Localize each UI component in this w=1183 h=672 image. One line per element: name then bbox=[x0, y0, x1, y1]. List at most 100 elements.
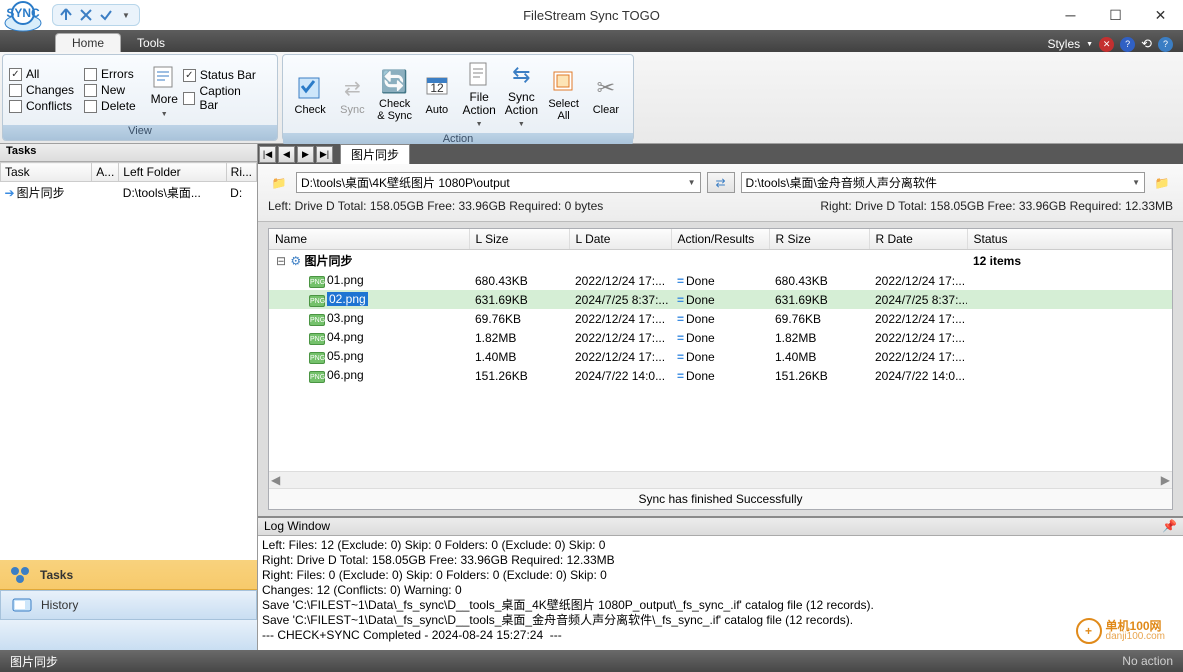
view-new-checkbox[interactable]: New bbox=[84, 83, 136, 97]
done-icon: = bbox=[677, 331, 684, 345]
right-drive-info: Right: Drive D Total: 158.05GB Free: 33.… bbox=[820, 199, 1173, 213]
app-logo-icon: SYNC bbox=[2, 0, 44, 33]
col-lsize[interactable]: L Size bbox=[469, 229, 569, 250]
tasks-col-a[interactable]: A... bbox=[92, 163, 119, 182]
done-icon: = bbox=[677, 274, 684, 288]
tasks-col-task[interactable]: Task bbox=[1, 163, 92, 182]
view-changes-checkbox[interactable]: Changes bbox=[9, 83, 74, 97]
view-captionbar-checkbox[interactable]: Caption Bar bbox=[183, 84, 261, 112]
view-all-checkbox[interactable]: ✓All bbox=[9, 67, 74, 81]
ribbon-group-view: ✓All Changes Conflicts Errors New Delete… bbox=[2, 54, 278, 141]
svg-text:12: 12 bbox=[430, 81, 444, 95]
png-icon: PNG bbox=[309, 371, 325, 383]
check-button[interactable]: Check bbox=[289, 70, 331, 118]
grid-root-row[interactable]: ⊟ ⚙ 图片同步 12 items bbox=[269, 250, 1172, 272]
sync-root-icon: ⚙ bbox=[290, 254, 301, 268]
minimize-button[interactable]: ─ bbox=[1048, 1, 1093, 29]
clear-button[interactable]: ✂Clear bbox=[585, 70, 627, 118]
grid-row[interactable]: PNG05.png1.40MB2022/12/24 17:...=Done1.4… bbox=[269, 347, 1172, 366]
qat-close-icon[interactable] bbox=[77, 6, 95, 24]
file-tab[interactable]: 图片同步 bbox=[340, 144, 410, 164]
qat-save-icon[interactable] bbox=[57, 6, 75, 24]
file-action-button[interactable]: File Action ▼ bbox=[458, 57, 500, 131]
select-all-button[interactable]: Select All bbox=[543, 64, 585, 124]
ribbon-tabs: Home Tools Styles▼ ✕ ? ⟲ ? bbox=[0, 30, 1183, 52]
nav-tasks-button[interactable]: Tasks bbox=[0, 560, 257, 590]
more-button[interactable]: More ▼ bbox=[146, 59, 183, 120]
grid-row[interactable]: PNG02.png631.69KB2024/7/25 8:37:...=Done… bbox=[269, 290, 1172, 309]
tasks-pane-header: Tasks bbox=[0, 144, 257, 162]
help-icon[interactable]: ? bbox=[1158, 37, 1173, 52]
task-arrow-icon: ➔ bbox=[5, 186, 15, 200]
nav-first-button[interactable]: |◀ bbox=[259, 146, 276, 163]
qat-check-icon[interactable] bbox=[97, 6, 115, 24]
col-ldate[interactable]: L Date bbox=[569, 229, 671, 250]
swap-paths-button[interactable]: ⇄ bbox=[707, 172, 735, 193]
file-compare-grid[interactable]: Name L Size L Date Action/Results R Size… bbox=[268, 228, 1173, 510]
tab-tools[interactable]: Tools bbox=[121, 34, 181, 52]
sync-status-message: Sync has finished Successfully bbox=[269, 488, 1172, 509]
nav-last-button[interactable]: ▶| bbox=[316, 146, 333, 163]
grid-row[interactable]: PNG03.png69.76KB2022/12/24 17:...=Done69… bbox=[269, 309, 1172, 328]
col-status[interactable]: Status bbox=[967, 229, 1172, 250]
tasks-grid[interactable]: Task A... Left Folder Ri... ➔图片同步 D:\too… bbox=[0, 162, 257, 560]
auto-button[interactable]: 12Auto bbox=[416, 70, 458, 118]
left-path-input[interactable]: D:\tools\桌面\4K壁纸图片 1080P\output▼ bbox=[296, 172, 701, 193]
log-header: Log Window bbox=[264, 519, 330, 534]
col-name[interactable]: Name bbox=[269, 229, 469, 250]
history-icon bbox=[11, 596, 33, 614]
styles-blue-icon[interactable]: ? bbox=[1120, 37, 1135, 52]
title-bar: SYNC ▼ FileStream Sync TOGO ─ ☐ ✕ bbox=[0, 0, 1183, 30]
check-and-sync-button[interactable]: 🔄Check & Sync bbox=[374, 64, 416, 124]
styles-red-icon[interactable]: ✕ bbox=[1099, 37, 1114, 52]
view-conflicts-checkbox[interactable]: Conflicts bbox=[9, 99, 74, 113]
view-statusbar-checkbox[interactable]: ✓Status Bar bbox=[183, 68, 261, 82]
nav-next-button[interactable]: ▶ bbox=[297, 146, 314, 163]
left-drive-info: Left: Drive D Total: 158.05GB Free: 33.9… bbox=[268, 199, 603, 213]
file-tab-bar: |◀ ◀ ▶ ▶| 图片同步 bbox=[258, 144, 1183, 164]
grid-row[interactable]: PNG06.png151.26KB2024/7/22 14:0...=Done1… bbox=[269, 366, 1172, 385]
ribbon-caption-view: View bbox=[3, 125, 277, 140]
done-icon: = bbox=[677, 350, 684, 364]
sync-button[interactable]: ⇄Sync bbox=[331, 70, 373, 118]
png-icon: PNG bbox=[309, 295, 325, 307]
tasks-col-left[interactable]: Left Folder bbox=[119, 163, 226, 182]
grid-row[interactable]: PNG01.png680.43KB2022/12/24 17:...=Done6… bbox=[269, 271, 1172, 290]
view-delete-checkbox[interactable]: Delete bbox=[84, 99, 136, 113]
ribbon-group-action: Check ⇄Sync 🔄Check & Sync 12Auto File Ac… bbox=[282, 54, 634, 141]
log-pin-icon[interactable]: 📌 bbox=[1162, 519, 1177, 534]
left-folder-icon[interactable]: 📁 bbox=[268, 173, 290, 193]
horizontal-scrollbar[interactable]: ◀▶ bbox=[269, 471, 1172, 488]
task-row[interactable]: ➔图片同步 D:\tools\桌面... D: bbox=[1, 182, 257, 204]
col-rsize[interactable]: R Size bbox=[769, 229, 869, 250]
quick-access-toolbar: ▼ bbox=[52, 4, 140, 26]
col-rdate[interactable]: R Date bbox=[869, 229, 967, 250]
png-icon: PNG bbox=[309, 352, 325, 364]
styles-sync-icon[interactable]: ⟲ bbox=[1141, 36, 1152, 52]
collapse-icon[interactable]: ⊟ bbox=[275, 254, 287, 268]
right-folder-icon[interactable]: 📁 bbox=[1151, 173, 1173, 193]
svg-text:SYNC: SYNC bbox=[6, 6, 40, 20]
left-pane: Tasks Task A... Left Folder Ri... ➔图片同步 … bbox=[0, 144, 258, 650]
nav-prev-button[interactable]: ◀ bbox=[278, 146, 295, 163]
right-pane: |◀ ◀ ▶ ▶| 图片同步 📁 D:\tools\桌面\4K壁纸图片 1080… bbox=[258, 144, 1183, 650]
status-bar: 图片同步 No action bbox=[0, 650, 1183, 672]
png-icon: PNG bbox=[309, 276, 325, 288]
sync-action-button[interactable]: ⇆Sync Action ▼ bbox=[500, 57, 542, 131]
png-icon: PNG bbox=[309, 333, 325, 345]
view-errors-checkbox[interactable]: Errors bbox=[84, 67, 136, 81]
nav-history-button[interactable]: History bbox=[0, 590, 257, 620]
ribbon: ✓All Changes Conflicts Errors New Delete… bbox=[0, 52, 1183, 144]
right-path-input[interactable]: D:\tools\桌面\金舟音频人声分离软件▼ bbox=[741, 172, 1146, 193]
tasks-col-right[interactable]: Ri... bbox=[226, 163, 256, 182]
close-button[interactable]: ✕ bbox=[1138, 1, 1183, 29]
col-action[interactable]: Action/Results bbox=[671, 229, 769, 250]
window-title: FileStream Sync TOGO bbox=[523, 8, 660, 23]
qat-dropdown-icon[interactable]: ▼ bbox=[117, 6, 135, 24]
log-body[interactable]: Left: Files: 12 (Exclude: 0) Skip: 0 Fol… bbox=[258, 536, 1183, 650]
grid-row[interactable]: PNG04.png1.82MB2022/12/24 17:...=Done1.8… bbox=[269, 328, 1172, 347]
styles-menu[interactable]: Styles bbox=[1047, 37, 1080, 51]
png-icon: PNG bbox=[309, 314, 325, 326]
tab-home[interactable]: Home bbox=[55, 33, 121, 52]
maximize-button[interactable]: ☐ bbox=[1093, 1, 1138, 29]
